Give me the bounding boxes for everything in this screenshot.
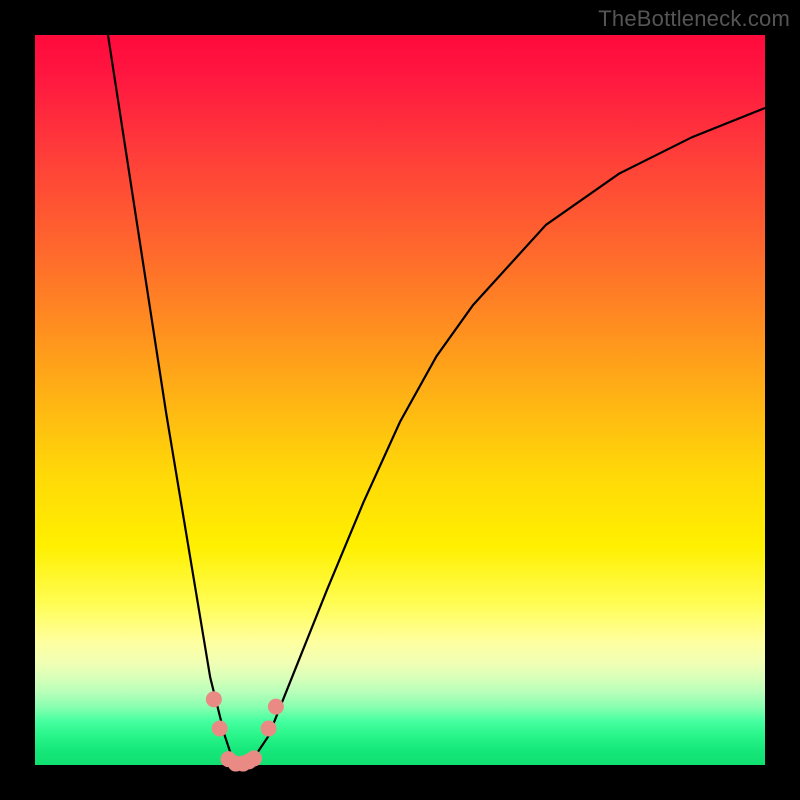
plot-area [35,35,765,765]
watermark-text: TheBottleneck.com [598,6,790,32]
chart-frame: TheBottleneck.com [0,0,800,800]
curve-markers [206,691,284,771]
point-g [246,750,262,766]
chart-svg [35,35,765,765]
curve-path [108,35,765,765]
point-b [212,721,228,737]
point-h [261,721,277,737]
point-a [206,691,222,707]
point-i [268,699,284,715]
